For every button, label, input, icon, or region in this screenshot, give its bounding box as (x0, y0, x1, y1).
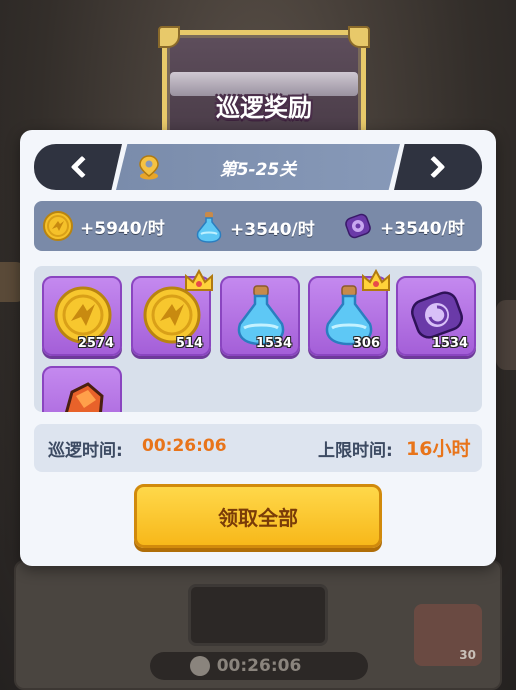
item-count: 2574 (77, 336, 114, 351)
claim-all-label: 领取全部 (218, 505, 298, 530)
background-side-decoration (496, 300, 516, 370)
income-rate-bar: +5940/时 +3540/时 +3540/时 (34, 201, 482, 251)
purple-scroll-icon (345, 213, 371, 239)
limit-time-value: 16小时 (406, 438, 471, 460)
reward-item[interactable]: 2574 (42, 276, 122, 356)
gold-coin-icon (43, 211, 73, 241)
chevron-left-icon (70, 155, 94, 179)
background-timer: 00:26:06 (150, 652, 368, 680)
potion-rate-value: +3540/时 (230, 219, 315, 240)
gold-rate: +5940/时 (42, 210, 165, 242)
limit-time-label: 上限时间: (318, 441, 393, 461)
location-pin-icon (139, 155, 159, 180)
hourglass-count: 30 (459, 648, 476, 662)
title-chest-banner: 巡逻奖励 (158, 26, 370, 140)
time-info-bar: 巡逻时间: 00:26:06 上限时间: 16小时 (34, 424, 482, 472)
crown-icon (185, 268, 213, 291)
item-count: 306 (352, 336, 380, 351)
orange-ore-icon (64, 382, 104, 412)
background-timer-value: 00:26:06 (216, 656, 302, 676)
chevron-right-icon (422, 155, 446, 179)
next-stage-button[interactable] (394, 144, 482, 190)
chest-corner (348, 26, 370, 48)
patrol-time-label: 巡逻时间: (48, 441, 123, 461)
reward-item[interactable]: 306 (308, 268, 390, 356)
background-chest-icon (188, 584, 328, 646)
reward-item[interactable]: 1534 (396, 276, 476, 356)
crown-icon (362, 268, 390, 291)
reward-item[interactable]: 514 (131, 268, 213, 356)
prev-stage-button[interactable] (34, 144, 122, 190)
item-count: 1534 (255, 336, 292, 351)
reward-items-grid: 2574 514 1534 306 1534 (34, 266, 482, 412)
blue-potion-icon (196, 212, 222, 243)
reward-item[interactable]: 1534 (220, 276, 300, 356)
patrol-reward-dialog: 第5-25关 +5940/时 +3540/时 +3540/时 2574 514 … (20, 130, 496, 566)
hourglass-icon: 30 (414, 604, 482, 666)
item-count: 1534 (431, 336, 468, 351)
stage-label: 第5-25关 (219, 159, 297, 180)
reward-item[interactable] (42, 366, 122, 412)
scroll-rate: +3540/时 (342, 210, 465, 242)
scroll-rate-value: +3540/时 (380, 218, 465, 239)
patrol-time-value: 00:26:06 (142, 436, 227, 456)
clock-icon (190, 656, 210, 676)
stage-navigation: 第5-25关 (34, 144, 482, 190)
claim-all-button[interactable]: 领取全部 (134, 484, 382, 548)
potion-rate: +3540/时 (194, 210, 315, 244)
gold-rate-value: +5940/时 (80, 218, 165, 239)
stage-bar: 第5-25关 (116, 144, 400, 190)
dialog-title: 巡逻奖励 (216, 94, 312, 122)
item-count: 514 (175, 336, 203, 351)
